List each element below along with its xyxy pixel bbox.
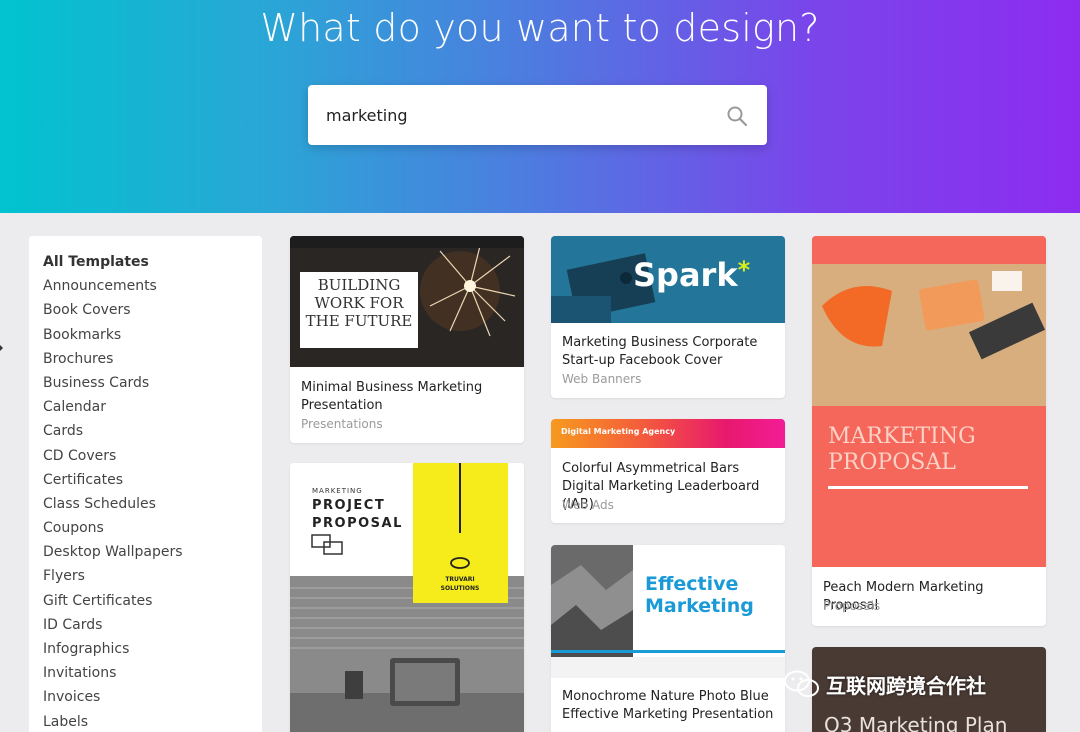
thumbnail-headline: PROJECT PROPOSAL — [312, 498, 403, 531]
template-category: Proposals — [823, 599, 881, 613]
sidebar-item-business-cards[interactable]: Business Cards — [43, 372, 183, 396]
template-card-effective-marketing[interactable]: Effective Marketing Monochrome Nature Ph… — [551, 545, 785, 732]
watermark: 互联网跨境合作社 — [784, 664, 986, 704]
thumbnail-headline: Effective Marketing — [645, 573, 754, 617]
thumbnail-headline: Spark* — [633, 256, 750, 294]
template-thumbnail: MARKETING PROJECT PROPOSAL TRUVARI SOLUT… — [290, 463, 524, 732]
template-title[interactable]: Monochrome Nature Photo Blue Effective M… — [562, 688, 777, 724]
template-thumbnail: Spark* — [551, 236, 785, 323]
template-card-project-proposal[interactable]: MARKETING PROJECT PROPOSAL TRUVARI SOLUT… — [290, 463, 524, 732]
sidebar-item-brochures[interactable]: Brochures — [43, 348, 183, 372]
template-card-spark[interactable]: Spark* Marketing Business Corporate Star… — [551, 236, 785, 398]
sidebar-item-calendar[interactable]: Calendar — [43, 396, 183, 420]
workspace-photo — [812, 236, 1046, 567]
sidebar-item-infographics[interactable]: Infographics — [43, 638, 183, 662]
hero-banner: What do you want to design? — [0, 0, 1080, 213]
template-thumbnail: BUILDING WORK FOR THE FUTURE — [290, 236, 524, 367]
sidebar-item-coupons[interactable]: Coupons — [43, 517, 183, 541]
thumbnail-headline: BUILDING WORK FOR THE FUTURE — [305, 276, 413, 330]
category-sidebar: All Templates Announcements Book Covers … — [29, 236, 262, 732]
template-card-minimal-business[interactable]: BUILDING WORK FOR THE FUTURE Minimal Bus… — [290, 236, 524, 443]
hero-title: What do you want to design? — [260, 6, 820, 50]
sidebar-item-certificates[interactable]: Certificates — [43, 469, 183, 493]
template-category: Presentations — [301, 417, 383, 431]
sidebar-item-cd-covers[interactable]: CD Covers — [43, 445, 183, 469]
sidebar-item-cards[interactable]: Cards — [43, 420, 183, 444]
watermark-text: 互联网跨境合作社 — [826, 673, 986, 698]
sidebar-item-labels[interactable]: Labels — [43, 711, 183, 732]
template-thumbnail: MARKETING PROPOSAL — [812, 236, 1046, 567]
sidebar-item-flyers[interactable]: Flyers — [43, 565, 183, 589]
sidebar-item-gift-certificates[interactable]: Gift Certificates — [43, 590, 183, 614]
wechat-icon — [784, 670, 819, 697]
sidebar-item-id-cards[interactable]: ID Cards — [43, 614, 183, 638]
template-thumbnail: Effective Marketing — [551, 545, 785, 678]
thumbnail-brand: TRUVARI SOLUTIONS — [440, 576, 480, 592]
search-box[interactable] — [308, 85, 767, 145]
sidebar-item-bookmarks[interactable]: Bookmarks — [43, 324, 183, 348]
thumbnail-kicker: MARKETING — [312, 487, 363, 495]
template-title[interactable]: Marketing Business Corporate Start-up Fa… — [562, 334, 777, 370]
search-input[interactable] — [326, 99, 706, 131]
sidebar-item-invoices[interactable]: Invoices — [43, 686, 183, 710]
spark-star: * — [737, 256, 751, 284]
collapse-chevron-icon[interactable] — [0, 341, 3, 355]
spark-wordmark: Spark — [633, 256, 738, 294]
sidebar-item-announcements[interactable]: Announcements — [43, 275, 183, 299]
sidebar-item-class-schedules[interactable]: Class Schedules — [43, 493, 183, 517]
sidebar-item-invitations[interactable]: Invitations — [43, 662, 183, 686]
sidebar-item-desktop-wallpapers[interactable]: Desktop Wallpapers — [43, 541, 183, 565]
thumbnail-headline: Digital Marketing Agency — [561, 427, 676, 436]
category-list: All Templates Announcements Book Covers … — [43, 251, 183, 732]
search-icon[interactable] — [726, 105, 748, 127]
template-thumbnail: Digital Marketing Agency — [551, 419, 785, 448]
template-title[interactable]: Minimal Business Marketing Presentation — [301, 379, 516, 415]
template-card-peach-proposal[interactable]: MARKETING PROPOSAL Peach Modern Marketin… — [812, 236, 1046, 626]
thumbnail-headline: Q3 Marketing Plan — [824, 713, 1008, 732]
template-card-colorful-bars[interactable]: Digital Marketing Agency Colorful Asymme… — [551, 419, 785, 523]
sidebar-item-book-covers[interactable]: Book Covers — [43, 299, 183, 323]
thumbnail-headline: MARKETING PROPOSAL — [828, 424, 976, 475]
template-category: Web Ads — [562, 498, 614, 512]
template-category: Web Banners — [562, 372, 642, 386]
sidebar-item-all-templates[interactable]: All Templates — [43, 251, 183, 275]
